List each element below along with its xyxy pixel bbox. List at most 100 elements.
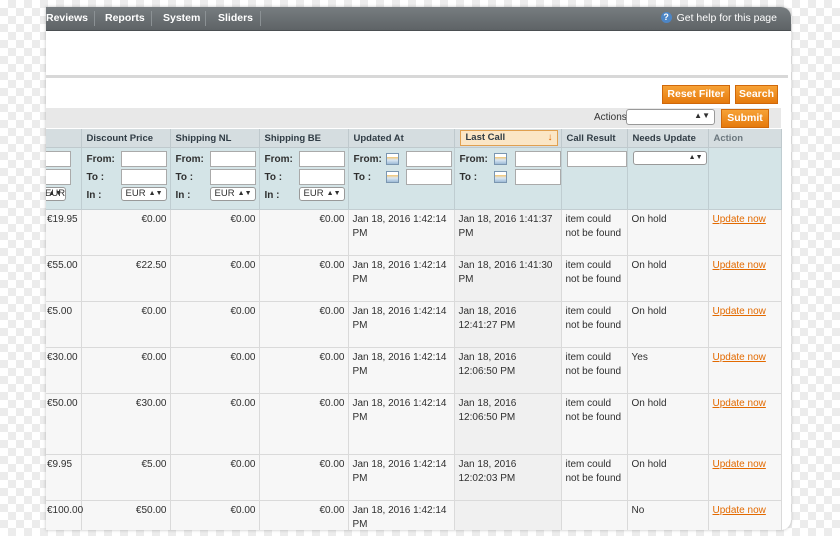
- submit-button[interactable]: Submit: [721, 109, 769, 128]
- to-label: To :: [86, 172, 105, 183]
- cell-last-call: Jan 18, 2016 12:02:03 PM: [454, 454, 562, 501]
- discount-to-input[interactable]: [120, 169, 167, 185]
- column-header-shipping-nl[interactable]: Shipping NL: [170, 129, 260, 148]
- top-navigation-bar: Reviews Reports System Sliders ? Get help…: [46, 7, 791, 31]
- cell-updated-at: Jan 18, 2016 1:42:14 PM: [348, 301, 455, 348]
- cell-price: €50.00: [46, 393, 82, 455]
- in-label: In :: [175, 190, 191, 201]
- select-arrows-icon: ▲▼: [694, 111, 710, 120]
- filter-cell-price: EUR ▲▼: [46, 147, 82, 210]
- update-now-link[interactable]: Update now: [713, 459, 766, 470]
- cell-shipping-nl: €0.00: [170, 347, 260, 394]
- updated-from-input[interactable]: [405, 151, 452, 167]
- last-call-from-input[interactable]: [514, 151, 561, 167]
- filter-cell-updated-at: From: To :: [348, 147, 455, 210]
- actions-select[interactable]: ▲▼: [626, 109, 715, 125]
- nav-item-reviews[interactable]: Reviews: [46, 7, 88, 30]
- cell-shipping-be: €0.00: [259, 393, 349, 455]
- calendar-icon[interactable]: [493, 153, 507, 165]
- cell-updated-at: Jan 18, 2016 1:42:14 PM: [348, 454, 455, 501]
- cell-action: Update now: [708, 347, 782, 394]
- cell-action: Update now: [708, 255, 782, 302]
- shipping-be-currency-select[interactable]: EUR ▲▼: [298, 187, 345, 201]
- filter-cell-call-result: [561, 147, 628, 210]
- sorted-header-box: Last Call ↓: [459, 130, 558, 146]
- filter-cell-needs-update: ▲▼: [627, 147, 709, 210]
- price-currency-select[interactable]: EUR ▲▼: [46, 187, 66, 201]
- price-to-input[interactable]: [46, 169, 71, 185]
- nav-item-reports[interactable]: Reports: [105, 7, 145, 30]
- cell-last-call: Jan 18, 2016 1:41:30 PM: [454, 255, 562, 302]
- select-arrows-icon: ▲▼: [688, 154, 703, 161]
- calendar-icon[interactable]: [385, 171, 399, 183]
- cell-price: €55.00: [46, 255, 82, 302]
- from-label: From:: [175, 154, 204, 165]
- shipping-nl-currency-select[interactable]: EUR ▲▼: [209, 187, 256, 201]
- cell-needs-update: On hold: [627, 393, 709, 455]
- updated-to-input[interactable]: [405, 169, 452, 185]
- in-label: In :: [264, 190, 280, 201]
- products-grid: Discount Price Shipping NL Shipping BE U…: [46, 129, 782, 530]
- shipping-be-to-input[interactable]: [298, 169, 345, 185]
- cell-last-call: Jan 18, 2016 12:06:50 PM: [454, 393, 562, 455]
- cell-action: Update now: [708, 301, 782, 348]
- cell-discount-price: €5.00: [81, 454, 171, 501]
- shipping-be-from-input[interactable]: [298, 151, 345, 167]
- price-from-input[interactable]: [46, 151, 71, 167]
- sort-descending-icon: ↓: [547, 132, 553, 143]
- help-link[interactable]: ? Get help for this page: [660, 7, 777, 30]
- help-link-label: Get help for this page: [676, 12, 777, 24]
- column-header-discount-price[interactable]: Discount Price: [81, 129, 171, 148]
- shipping-nl-from-input[interactable]: [209, 151, 256, 167]
- update-now-link[interactable]: Update now: [713, 306, 766, 317]
- from-label: From:: [264, 154, 293, 165]
- cell-shipping-be: €0.00: [259, 500, 349, 530]
- select-arrows-icon: ▲▼: [148, 190, 163, 197]
- cell-call-result: item could not be found: [561, 454, 628, 501]
- column-header-call-result[interactable]: Call Result: [561, 129, 628, 148]
- search-button[interactable]: Search: [735, 85, 778, 104]
- cell-shipping-nl: €0.00: [170, 454, 260, 501]
- cell-updated-at: Jan 18, 2016 1:42:14 PM: [348, 209, 455, 256]
- last-call-to-input[interactable]: [514, 169, 561, 185]
- cell-needs-update: On hold: [627, 301, 709, 348]
- reset-filter-button[interactable]: Reset Filter: [662, 85, 730, 104]
- column-header-price[interactable]: [46, 129, 82, 148]
- cell-action: Update now: [708, 393, 782, 455]
- call-result-input[interactable]: [566, 151, 627, 167]
- cell-call-result: item could not be found: [561, 393, 628, 455]
- update-now-link[interactable]: Update now: [713, 398, 766, 409]
- update-now-link[interactable]: Update now: [713, 505, 766, 516]
- update-now-link[interactable]: Update now: [713, 352, 766, 363]
- cell-shipping-nl: €0.00: [170, 500, 260, 530]
- shipping-nl-to-input[interactable]: [209, 169, 256, 185]
- table-row: €55.00 €22.50 €0.00 €0.00 Jan 18, 2016 1…: [46, 255, 782, 302]
- cell-discount-price: €30.00: [81, 393, 171, 455]
- nav-item-sliders[interactable]: Sliders: [218, 7, 253, 30]
- update-now-link[interactable]: Update now: [713, 214, 766, 225]
- page-header-area: [46, 31, 791, 75]
- column-header-last-call[interactable]: Last Call ↓: [454, 129, 562, 148]
- discount-currency-select[interactable]: EUR ▲▼: [120, 187, 167, 201]
- filter-cell-shipping-be: From: To : In : EUR ▲▼: [259, 147, 349, 210]
- cell-shipping-nl: €0.00: [170, 255, 260, 302]
- cell-call-result: item could not be found: [561, 209, 628, 256]
- calendar-icon[interactable]: [493, 171, 507, 183]
- cell-shipping-be: €0.00: [259, 347, 349, 394]
- cell-price: €5.00: [46, 301, 82, 348]
- needs-update-select[interactable]: ▲▼: [632, 151, 707, 165]
- column-header-shipping-be[interactable]: Shipping BE: [259, 129, 349, 148]
- table-row: €30.00 €0.00 €0.00 €0.00 Jan 18, 2016 1:…: [46, 347, 782, 394]
- update-now-link[interactable]: Update now: [713, 260, 766, 271]
- cell-call-result: item could not be found: [561, 255, 628, 302]
- calendar-icon[interactable]: [385, 153, 399, 165]
- last-call-label: Last Call: [465, 132, 506, 143]
- nav-item-system[interactable]: System: [163, 7, 200, 30]
- column-header-updated-at[interactable]: Updated At: [348, 129, 455, 148]
- discount-from-input[interactable]: [120, 151, 167, 167]
- column-header-needs-update[interactable]: Needs Update: [627, 129, 709, 148]
- cell-price: €9.95: [46, 454, 82, 501]
- cell-needs-update: No: [627, 500, 709, 530]
- select-arrows-icon: ▲▼: [237, 190, 252, 197]
- select-arrows-icon: ▲▼: [326, 190, 341, 197]
